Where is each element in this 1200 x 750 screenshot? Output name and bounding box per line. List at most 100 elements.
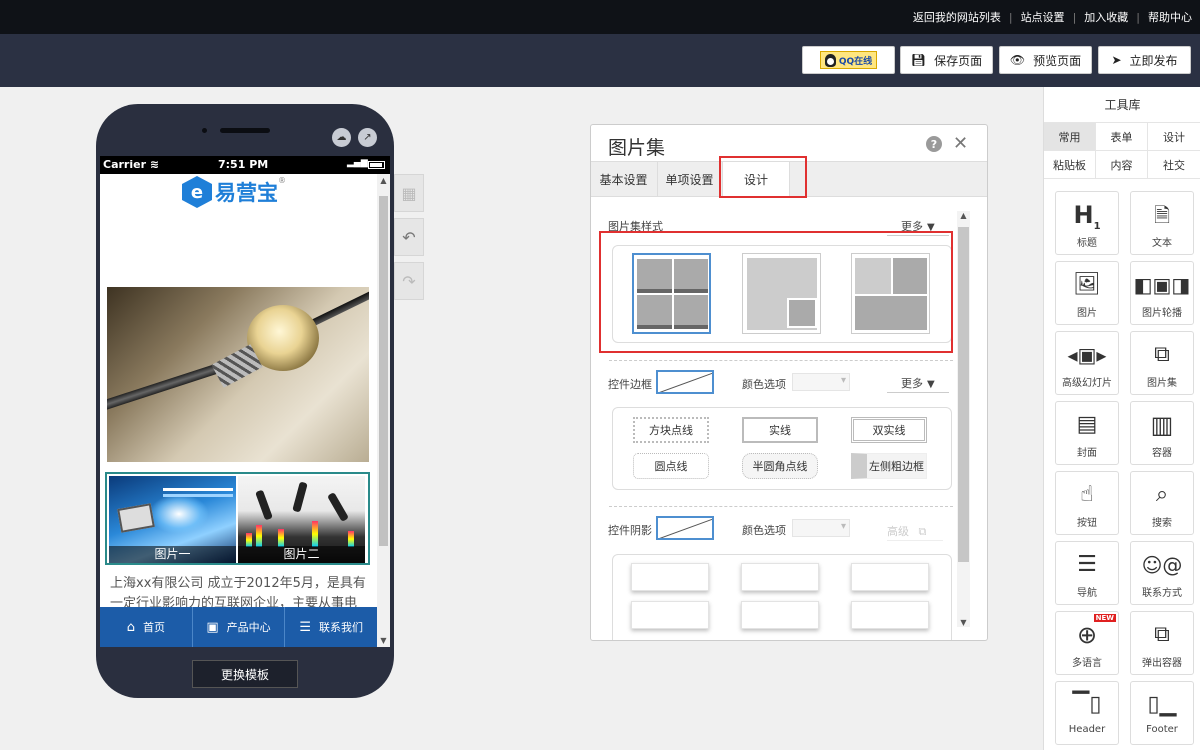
tool-image-carousel[interactable]: ◧▣◨ 图片轮播 [1130, 261, 1194, 325]
toolbox-tab-form[interactable]: 表单 [1096, 123, 1148, 151]
gallery-image-1[interactable]: 图片一 [109, 476, 236, 563]
nav-item-contact[interactable]: ☰ 联系我们 [285, 607, 377, 647]
tool-container[interactable]: ▥ 容器 [1130, 401, 1194, 465]
nav-item-home[interactable]: ⌂ 首页 [100, 607, 193, 647]
status-time: 7:51 PM [218, 158, 269, 171]
tool-button[interactable]: ☝ 按钮 [1055, 471, 1119, 535]
border-color-select[interactable] [792, 373, 850, 391]
tool-gallery[interactable]: ⧉ 图片集 [1130, 331, 1194, 395]
dancer-shape [327, 492, 349, 522]
back-to-site-list-link[interactable]: 返回我的网站列表 [913, 9, 1001, 25]
tool-search[interactable]: ⌕ 搜索 [1130, 471, 1194, 535]
shadow-swatch[interactable] [656, 516, 714, 540]
advanced-button[interactable]: 高级 ⧉ [887, 523, 943, 541]
scroll-down-icon[interactable]: ▼ [377, 636, 390, 645]
qq-penguin-icon [824, 53, 836, 67]
highlight-box [719, 156, 807, 198]
qq-label: QQ在线 [838, 56, 873, 67]
close-icon[interactable]: ✕ [953, 133, 968, 154]
separator: | [1136, 10, 1140, 24]
tool-label: 多语言 [1072, 658, 1102, 669]
tv-shape [117, 503, 155, 533]
style-thumb-overlap[interactable] [742, 253, 821, 334]
shadow-option[interactable] [851, 601, 929, 629]
qq-online-button[interactable]: QQ在线 [802, 46, 895, 74]
preview-page-button[interactable]: 👁︎ 预览页面 [999, 46, 1092, 74]
border-option-solid[interactable]: 实线 [742, 417, 818, 443]
image-icon: 🖼︎ [1073, 272, 1101, 297]
save-page-button[interactable]: 💾︎ 保存页面 [900, 46, 993, 74]
tab-basic-settings[interactable]: 基本设置 [591, 162, 656, 196]
phone-scrollbar[interactable]: ▲ ▼ [377, 174, 390, 647]
border-swatch[interactable] [656, 370, 714, 394]
toolbox-tab-design[interactable]: 设计 [1148, 123, 1200, 151]
chart-icon[interactable]: ↗ [358, 128, 377, 147]
border-option-square-dotted[interactable]: 方块点线 [633, 417, 709, 443]
help-center-link[interactable]: 帮助中心 [1148, 9, 1192, 25]
gallery-icon: ⧉ [1154, 342, 1170, 367]
redo-icon[interactable]: ↷ [394, 262, 424, 300]
panel-scrollbar[interactable]: ▲ ▼ [957, 211, 970, 627]
thumb-cell [637, 295, 672, 325]
change-template-button[interactable]: 更换模板 [192, 660, 298, 688]
tool-label: 图片 [1077, 308, 1097, 319]
gallery-image-2[interactable]: 图片二 [238, 476, 365, 563]
border-option-left-thick[interactable]: 左侧粗边框 [851, 453, 927, 479]
shadow-option[interactable] [741, 601, 819, 629]
more-borders-button[interactable]: 更多 ▼ [901, 375, 935, 391]
shadow-label: 控件阴影 [608, 524, 652, 537]
tool-multilanguage[interactable]: ⊕ NEW 多语言 [1055, 611, 1119, 675]
shadow-option[interactable] [851, 563, 929, 591]
equalizer-bar [312, 521, 318, 547]
tool-slideshow[interactable]: ◂▣▸ 高级幻灯片 [1055, 331, 1119, 395]
new-badge: NEW [1093, 614, 1116, 622]
shadow-option[interactable] [631, 563, 709, 591]
tool-heading[interactable]: H1 标题 [1055, 191, 1119, 255]
tool-popup[interactable]: ⧉ 弹出容器 [1130, 611, 1194, 675]
tool-cover[interactable]: ▤ 封面 [1055, 401, 1119, 465]
wechat-icon[interactable]: ☁ [332, 128, 351, 147]
tool-image[interactable]: 🖼︎ 图片 [1055, 261, 1119, 325]
thumb-cell [637, 259, 672, 289]
scroll-thumb[interactable] [379, 196, 388, 546]
border-option-double[interactable]: 双实线 [851, 417, 927, 443]
thumb-cell [787, 298, 817, 328]
toolbox-tab-common[interactable]: 常用 [1044, 123, 1096, 151]
shadow-option[interactable] [741, 563, 819, 591]
gallery-caption: 图片一 [109, 546, 236, 563]
add-favorite-link[interactable]: 加入收藏 [1084, 9, 1128, 25]
tool-footer[interactable]: ▯▁ Footer [1130, 681, 1194, 745]
footer-icon: ▯▁ [1147, 692, 1177, 717]
tab-item-settings[interactable]: 单项设置 [657, 162, 721, 196]
site-settings-link[interactable]: 站点设置 [1021, 9, 1065, 25]
tool-header[interactable]: ▔▯ Header [1055, 681, 1119, 745]
scroll-up-icon[interactable]: ▲ [957, 211, 970, 220]
publish-button[interactable]: ➤ 立即发布 [1098, 46, 1191, 74]
nav-item-products[interactable]: ▣ 产品中心 [193, 607, 286, 647]
site-logo[interactable]: e 易营宝 ® [182, 176, 286, 208]
scroll-down-icon[interactable]: ▼ [957, 618, 970, 627]
scroll-thumb[interactable] [958, 227, 969, 562]
toolbox-tab-content[interactable]: 内容 [1096, 151, 1148, 179]
scroll-up-icon[interactable]: ▲ [377, 176, 390, 185]
help-icon[interactable]: ? [926, 136, 942, 152]
toolbox-tab-clipboard[interactable]: 粘贴板 [1044, 151, 1096, 179]
style-thumb-mosaic[interactable] [851, 253, 930, 334]
style-thumb-grid[interactable] [632, 253, 711, 334]
tool-label: 文本 [1152, 238, 1172, 249]
undo-icon[interactable]: ↶ [394, 218, 424, 256]
thumb-cell [674, 295, 708, 325]
toolbox-tab-social[interactable]: 社交 [1148, 151, 1200, 179]
shadow-option[interactable] [631, 601, 709, 629]
tool-contact[interactable]: ☺@ 联系方式 [1130, 541, 1194, 605]
border-option-semiround-dotted[interactable]: 半圆角点线 [742, 453, 818, 479]
tool-nav[interactable]: ☰ 导航 [1055, 541, 1119, 605]
tool-text[interactable]: 🗎︎ 文本 [1130, 191, 1194, 255]
thumb-cell [893, 258, 927, 294]
shadow-color-select[interactable] [792, 519, 850, 537]
grid-icon[interactable]: ▦ [394, 174, 424, 212]
nav-label: 联系我们 [319, 621, 363, 634]
banner-image[interactable] [107, 287, 369, 462]
gallery-widget[interactable]: 图片一 图片二 [105, 472, 370, 565]
border-option-round-dotted[interactable]: 圆点线 [633, 453, 709, 479]
